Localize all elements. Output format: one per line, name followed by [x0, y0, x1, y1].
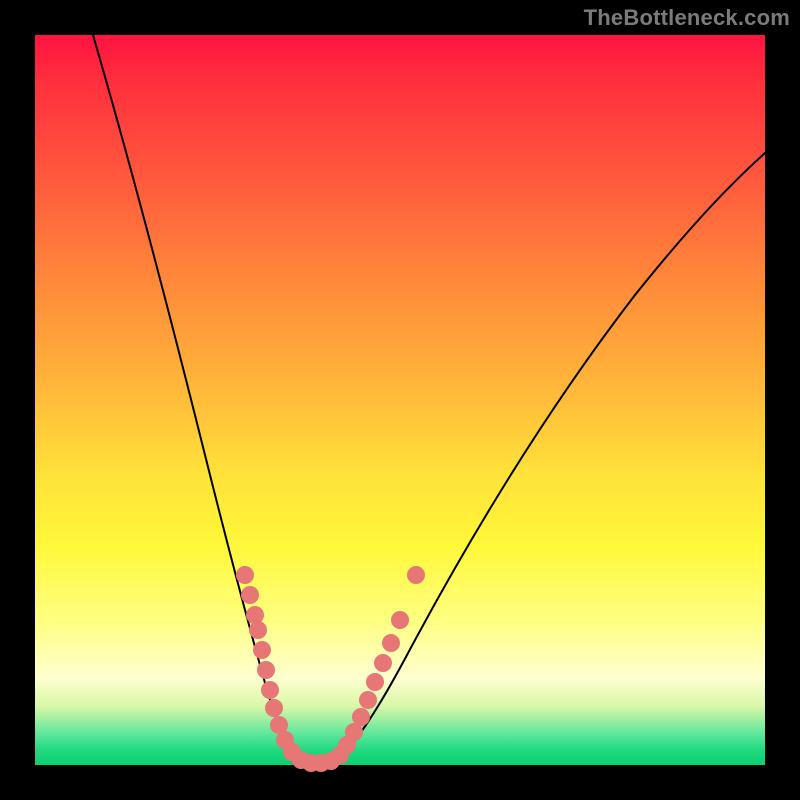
sample-dot — [249, 621, 267, 639]
sample-dot — [407, 566, 425, 584]
curve-right-branch — [335, 153, 765, 761]
chart-container: TheBottleneck.com — [0, 0, 800, 800]
sample-dot — [241, 586, 259, 604]
plot-area — [35, 35, 765, 765]
sample-dot — [374, 654, 392, 672]
sample-dot — [246, 606, 264, 624]
sample-dot — [391, 611, 409, 629]
sample-dot — [366, 673, 384, 691]
sample-dot — [253, 641, 271, 659]
sample-dot — [382, 634, 400, 652]
sample-dot — [359, 691, 377, 709]
sample-dot — [265, 699, 283, 717]
sample-dot — [261, 681, 279, 699]
sample-dot — [352, 708, 370, 726]
curve-layer — [35, 35, 765, 765]
sample-dot — [236, 566, 254, 584]
sample-dot — [257, 661, 275, 679]
watermark-text: TheBottleneck.com — [584, 5, 790, 31]
